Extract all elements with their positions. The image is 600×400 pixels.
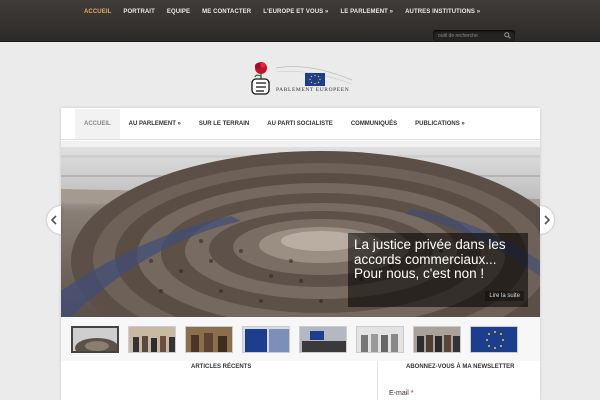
site-logo[interactable]: PARLEMENT EUROPEEN [248,60,356,98]
slider-next-button[interactable] [540,206,554,234]
email-field-label: E-mail * [389,390,414,397]
main-card: ACCUEIL AU PARLEMENT » SUR LE TERRAIN AU… [61,108,540,400]
thumbnail-1[interactable] [71,325,119,353]
top-nav: ACCUEIL PORTRAIT EQUIPE ME CONTACTER L'E… [78,9,486,15]
top-nav-contact[interactable]: ME CONTACTER [196,9,257,15]
newsletter-heading: ABONNEZ-VOUS À MA NEWSLETTER [406,364,515,370]
search-icon[interactable] [504,32,511,39]
main-nav: ACCUEIL AU PARLEMENT » SUR LE TERRAIN AU… [61,108,540,140]
logo-text: PARLEMENT EUROPEEN [276,87,350,93]
main-nav-parlement[interactable]: AU PARLEMENT » [120,121,190,127]
required-mark: * [410,390,414,397]
main-nav-parti[interactable]: AU PARTI SOCIALISTE [258,121,342,127]
thumbnail-strip [61,317,540,361]
top-nav-equipe[interactable]: EQUIPE [161,9,196,15]
email-label-text: E-mail [389,390,409,397]
main-nav-terrain[interactable]: SUR LE TERRAIN [190,121,258,127]
thumbnail-4[interactable] [242,325,290,353]
thumbnail-8[interactable] [470,325,518,353]
thumbnail-3[interactable] [185,325,233,353]
read-more-link[interactable]: Lire la suite [485,291,524,301]
thumbnail-7[interactable] [413,325,461,353]
top-nav-accueil[interactable]: ACCUEIL [78,9,117,15]
slider-image[interactable]: La justice privée dans les accords comme… [61,141,540,317]
chevron-left-icon [50,215,57,225]
thumbnail-6[interactable] [356,325,404,353]
top-nav-europe[interactable]: L'EUROPE ET VOUS » [257,9,334,15]
top-nav-institutions[interactable]: AUTRES INSTITUTIONS » [399,9,486,15]
thumbnail-5[interactable] [299,325,347,353]
slider-caption-title[interactable]: La justice privée dans les accords comme… [354,237,522,282]
thumbnail-2[interactable] [128,325,176,353]
slider-prev-button[interactable] [47,206,61,234]
main-nav-communiques[interactable]: COMMUNIQUÉS [342,121,406,127]
search-box [433,30,515,41]
chevron-right-icon [544,215,551,225]
main-nav-accueil[interactable]: ACCUEIL [75,108,120,139]
main-nav-publications[interactable]: PUBLICATIONS » [406,121,474,127]
search-input[interactable] [438,31,502,40]
section-divider [377,361,378,400]
top-bar: ACCUEIL PORTRAIT EQUIPE ME CONTACTER L'E… [0,0,600,42]
slider-caption[interactable]: La justice privée dans les accords comme… [348,233,528,307]
recent-articles-heading: ARTICLES RÉCENTS [191,364,252,370]
top-nav-portrait[interactable]: PORTRAIT [117,9,160,15]
top-nav-parlement[interactable]: LE PARLEMENT » [334,9,399,15]
